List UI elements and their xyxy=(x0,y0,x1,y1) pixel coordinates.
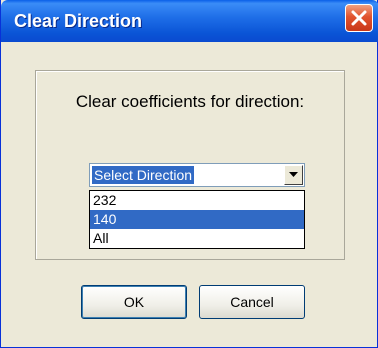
combo-selected-value: Select Direction xyxy=(92,166,195,184)
prompt-label: Clear coefficients for direction: xyxy=(75,92,305,111)
dropdown-option-140[interactable]: 140 xyxy=(90,210,304,229)
dropdown-option-232[interactable]: 232 xyxy=(90,191,304,210)
dialog-window: Clear Direction Clear coefficients for d… xyxy=(0,0,378,348)
dropdown-option-all[interactable]: All xyxy=(90,229,304,248)
window-title: Clear Direction xyxy=(14,11,143,31)
cancel-button[interactable]: Cancel xyxy=(199,285,305,319)
ok-button[interactable]: OK xyxy=(81,285,187,319)
close-icon xyxy=(351,10,367,26)
title-bar[interactable]: Clear Direction xyxy=(1,0,378,42)
combo-dropdown-button[interactable] xyxy=(284,165,303,185)
direction-combobox[interactable]: Select Direction xyxy=(89,163,305,187)
close-button[interactable] xyxy=(345,4,373,32)
chevron-down-icon xyxy=(289,172,298,177)
direction-dropdown-list: 232 140 All xyxy=(89,190,305,249)
